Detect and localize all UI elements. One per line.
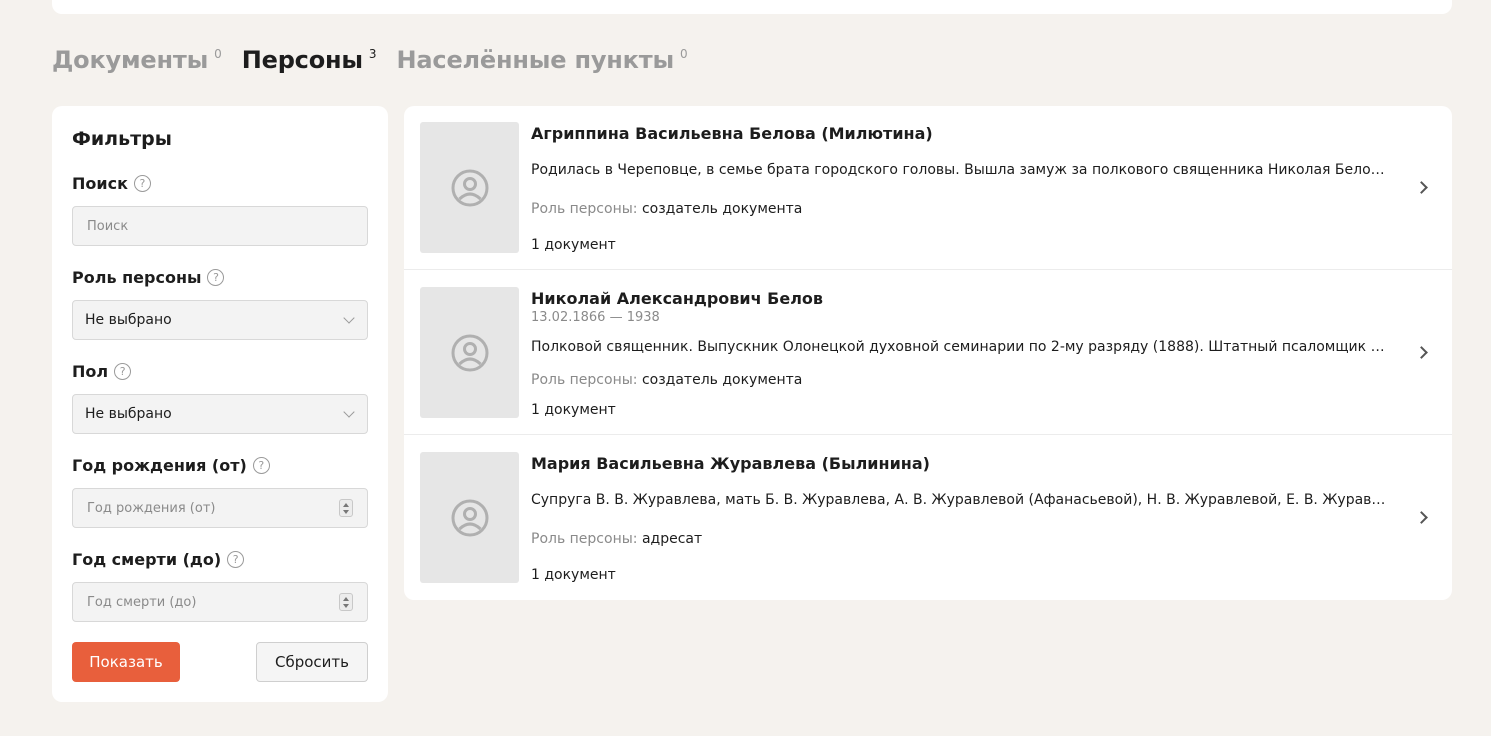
chevron-right-icon[interactable] bbox=[1415, 511, 1428, 524]
role-select[interactable]: Не выбрано bbox=[72, 300, 368, 340]
chevron-down-icon bbox=[343, 406, 355, 418]
number-spinner-icon[interactable] bbox=[339, 499, 353, 517]
person-name[interactable]: Николай Александрович Белов bbox=[531, 289, 823, 308]
tab-count: 0 bbox=[679, 47, 688, 61]
question-circle-icon[interactable]: ? bbox=[133, 175, 151, 192]
search-input[interactable]: Поиск bbox=[72, 206, 368, 246]
birth-year-placeholder: Год рождения (от) bbox=[87, 500, 216, 516]
person-role: Роль персоны: создатель документа bbox=[531, 201, 802, 217]
question-circle-icon[interactable]: ? bbox=[114, 363, 132, 380]
person-description: Полковой священник. Выпускник Олонецкой … bbox=[531, 339, 1391, 355]
role-select-value: Не выбрано bbox=[85, 312, 172, 328]
tab-documents[interactable]: Документы 0 bbox=[52, 44, 222, 76]
person-description: Родилась в Череповце, в семье брата горо… bbox=[531, 162, 1391, 178]
role-caption: Роль персоны: bbox=[531, 531, 638, 547]
tab-label: Персоны bbox=[241, 46, 363, 74]
gender-select-value: Не выбрано bbox=[85, 406, 172, 422]
death-year-label: Год смерти (до) ? bbox=[72, 550, 245, 569]
result-tabs: Документы 0 Персоны 3 Населённые пункты … bbox=[52, 44, 688, 76]
question-circle-icon[interactable]: ? bbox=[252, 457, 270, 474]
role-label: Роль персоны ? bbox=[72, 268, 225, 287]
birth-year-input[interactable]: Год рождения (от) bbox=[72, 488, 368, 528]
person-placeholder-icon bbox=[451, 334, 488, 371]
person-card[interactable]: Агриппина Васильевна Белова (Милютина) Р… bbox=[404, 106, 1452, 270]
tab-label: Документы bbox=[52, 46, 209, 74]
person-role: Роль персоны: адресат bbox=[531, 531, 702, 547]
death-year-placeholder: Год смерти (до) bbox=[87, 594, 197, 610]
person-placeholder-icon bbox=[451, 169, 488, 206]
filters-title: Фильтры bbox=[72, 128, 172, 150]
document-count: 1 документ bbox=[531, 567, 616, 583]
filters-panel: Фильтры Поиск ? Поиск Роль персоны ? Не … bbox=[52, 106, 388, 702]
death-year-label-text: Год смерти (до) bbox=[72, 550, 222, 569]
chevron-right-icon[interactable] bbox=[1415, 346, 1428, 359]
chevron-right-icon[interactable] bbox=[1415, 181, 1428, 194]
search-label-text: Поиск bbox=[72, 174, 128, 193]
tab-persons[interactable]: Персоны 3 bbox=[242, 44, 377, 76]
persons-list: Агриппина Васильевна Белова (Милютина) Р… bbox=[404, 106, 1452, 600]
search-label: Поиск ? bbox=[72, 174, 151, 193]
person-description: Супруга В. В. Журавлева, мать Б. В. Жура… bbox=[531, 492, 1391, 508]
show-button[interactable]: Показать bbox=[72, 642, 180, 682]
search-placeholder: Поиск bbox=[87, 218, 129, 234]
role-value: адресат bbox=[641, 531, 703, 547]
avatar bbox=[420, 122, 519, 253]
avatar bbox=[420, 452, 519, 583]
death-year-input[interactable]: Год смерти (до) bbox=[72, 582, 368, 622]
document-count: 1 документ bbox=[531, 402, 616, 418]
person-card[interactable]: Николай Александрович Белов 13.02.1866 —… bbox=[404, 271, 1452, 435]
role-value: создатель документа bbox=[641, 372, 803, 388]
tab-count: 0 bbox=[214, 47, 222, 61]
reset-button[interactable]: Сбросить bbox=[256, 642, 368, 682]
birth-year-label: Год рождения (от) ? bbox=[72, 456, 270, 475]
question-circle-icon[interactable]: ? bbox=[227, 551, 245, 568]
gender-label-text: Пол bbox=[72, 362, 109, 381]
gender-select[interactable]: Не выбрано bbox=[72, 394, 368, 434]
person-name[interactable]: Мария Васильевна Журавлева (Былинина) bbox=[531, 454, 930, 473]
tab-label: Населённые пункты bbox=[396, 46, 675, 74]
number-spinner-icon[interactable] bbox=[339, 593, 353, 611]
role-caption: Роль персоны: bbox=[531, 372, 638, 388]
top-panel bbox=[52, 0, 1452, 14]
person-role: Роль персоны: создатель документа bbox=[531, 372, 802, 388]
person-name[interactable]: Агриппина Васильевна Белова (Милютина) bbox=[531, 124, 933, 143]
chevron-down-icon bbox=[343, 312, 355, 324]
person-dates: 13.02.1866 — 1938 bbox=[531, 310, 660, 325]
tab-count: 3 bbox=[368, 47, 377, 61]
avatar bbox=[420, 287, 519, 418]
role-value: создатель документа bbox=[641, 201, 803, 217]
birth-year-label-text: Год рождения (от) bbox=[72, 456, 247, 475]
gender-label: Пол ? bbox=[72, 362, 132, 381]
question-circle-icon[interactable]: ? bbox=[207, 269, 225, 286]
person-card[interactable]: Мария Васильевна Журавлева (Былинина) Су… bbox=[404, 436, 1452, 600]
person-placeholder-icon bbox=[451, 499, 488, 536]
document-count: 1 документ bbox=[531, 237, 616, 253]
role-caption: Роль персоны: bbox=[531, 201, 638, 217]
role-label-text: Роль персоны bbox=[72, 268, 202, 287]
tab-settlements[interactable]: Населённые пункты 0 bbox=[397, 44, 688, 76]
